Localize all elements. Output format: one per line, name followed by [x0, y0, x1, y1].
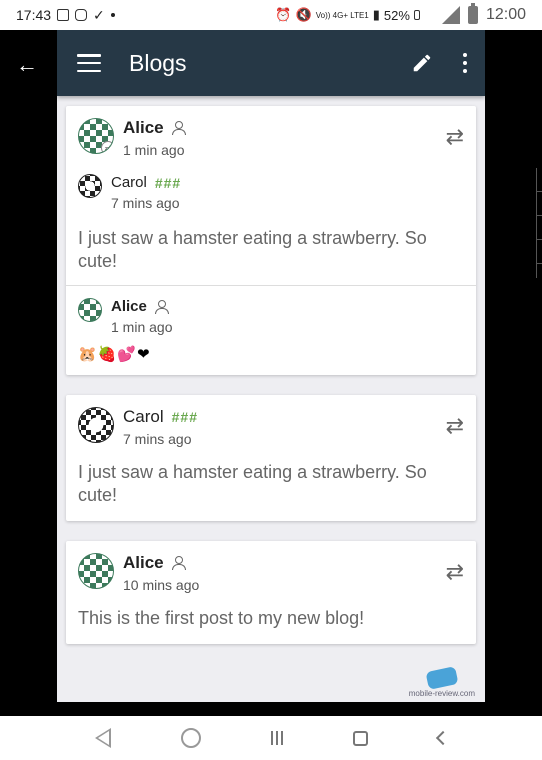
home-circle-icon[interactable]	[180, 728, 201, 748]
watermark: mobile-review.com	[408, 666, 475, 698]
person-icon	[171, 121, 186, 135]
kebab-icon[interactable]	[463, 53, 467, 73]
pencil-icon[interactable]	[411, 52, 433, 74]
check-icon: ✓	[93, 6, 105, 23]
status-mid: ⏰ 🔇 Vo)) 4G+ LTE1 ▮ 52%	[275, 7, 420, 23]
post-text: This is the first post to my new blog!	[78, 608, 365, 628]
recents-icon[interactable]	[270, 731, 283, 745]
watermark-text: mobile-review.com	[408, 689, 475, 698]
author-name[interactable]: Alice	[111, 298, 147, 315]
edge-panel-handle[interactable]	[536, 168, 542, 278]
post-time: 1 min ago	[111, 319, 173, 335]
battery-icon	[467, 3, 478, 24]
post-text: I just saw a hamster eating a strawberry…	[78, 462, 427, 505]
clock: 12:00	[485, 6, 526, 23]
post-header: Alice 10 mins ago ⇄	[66, 541, 476, 593]
repost-badge-icon: ⇄	[101, 141, 113, 153]
back-triangle-icon[interactable]	[94, 728, 111, 748]
blog-feed: ⇄ Alice 1 min ago ⇄ Carol ### 7 mins ago…	[57, 96, 485, 644]
reply-meta: Alice 1 min ago	[111, 298, 172, 335]
person-icon	[171, 556, 186, 570]
post-meta: Alice 1 min ago	[123, 118, 186, 158]
author-row: Alice	[111, 298, 172, 315]
app-toolbar: Blogs	[57, 30, 485, 96]
post-time: 7 mins ago	[123, 431, 192, 447]
cell-signal-icon	[441, 6, 460, 24]
system-nav-bar	[0, 716, 542, 760]
avatar[interactable]: ⇄	[78, 118, 114, 154]
quoted-post[interactable]: Carol ### 7 mins ago I just saw a hamste…	[66, 158, 476, 285]
tag-badge: ###	[154, 174, 182, 191]
author-row: Alice	[123, 118, 186, 138]
signal-icon: ▮	[372, 7, 380, 22]
reply-post[interactable]: Alice 1 min ago 🐹🍓💕❤	[66, 286, 476, 375]
person-icon	[154, 299, 169, 314]
repost-icon[interactable]: ⇄	[446, 126, 464, 148]
avatar[interactable]	[78, 553, 114, 589]
post-text: I just saw a hamster eating a strawberry…	[78, 228, 427, 271]
status-bar: 17:43 ✓ ⏰ 🔇 Vo)) 4G+ LTE1 ▮ 52% 12:00	[0, 0, 542, 30]
post-card[interactable]: Carol ### 7 mins ago ⇄ I just saw a hams…	[66, 395, 476, 521]
post-time: 7 mins ago	[111, 195, 180, 211]
quoted-meta: Carol ### 7 mins ago	[111, 174, 181, 211]
back-chevron-icon[interactable]	[435, 730, 450, 746]
post-header: Carol ### 7 mins ago ⇄	[66, 395, 476, 447]
post-meta: Alice 10 mins ago	[123, 553, 199, 593]
reply-emoji-text: 🐹🍓💕❤	[78, 346, 151, 363]
app-window: Blogs ⇄ Alice 1 min ago ⇄ Carol ### 7 mi…	[57, 30, 485, 702]
battery-percent: 52%	[383, 7, 410, 23]
author-name[interactable]: Carol	[111, 174, 147, 191]
repost-icon[interactable]: ⇄	[446, 415, 464, 437]
back-arrow-icon[interactable]: ←	[16, 52, 38, 78]
avatar[interactable]	[78, 298, 102, 322]
avatar[interactable]	[78, 407, 114, 443]
post-time: 1 min ago	[123, 142, 185, 158]
instagram-icon	[75, 9, 88, 21]
author-name[interactable]: Alice	[123, 118, 164, 138]
repost-icon[interactable]: ⇄	[446, 561, 464, 583]
author-row: Alice	[123, 553, 199, 573]
author-row: Carol ###	[111, 174, 181, 191]
author-name[interactable]: Alice	[123, 553, 164, 573]
status-time: 17:43	[16, 7, 52, 23]
post-meta: Carol ### 7 mins ago	[123, 407, 198, 447]
author-row: Carol ###	[123, 407, 198, 427]
battery-small-icon	[413, 10, 420, 20]
page-title: Blogs	[129, 49, 187, 76]
status-left: 17:43 ✓	[16, 7, 115, 24]
reply-header: Alice 1 min ago	[66, 286, 476, 335]
author-name[interactable]: Carol	[123, 407, 164, 427]
post-header: ⇄ Alice 1 min ago ⇄	[66, 106, 476, 158]
overview-square-icon[interactable]	[352, 730, 368, 746]
alarm-icon: ⏰	[275, 7, 292, 22]
status-right: 12:00	[441, 3, 526, 24]
tag-badge: ###	[171, 409, 198, 425]
watermark-logo-icon	[425, 666, 459, 690]
dot-icon	[110, 13, 115, 17]
post-card[interactable]: ⇄ Alice 1 min ago ⇄ Carol ### 7 mins ago…	[66, 106, 476, 375]
post-card[interactable]: Alice 10 mins ago ⇄ This is the first po…	[66, 541, 476, 644]
hamburger-icon[interactable]	[77, 54, 101, 72]
post-time: 10 mins ago	[123, 577, 200, 593]
network-label: Vo)) 4G+ LTE1	[315, 10, 369, 20]
quoted-header: Carol ### 7 mins ago	[66, 158, 476, 211]
toolbar-actions	[411, 52, 467, 74]
gallery-icon	[57, 9, 70, 21]
mute-icon: 🔇	[295, 7, 312, 22]
avatar[interactable]	[78, 174, 102, 198]
